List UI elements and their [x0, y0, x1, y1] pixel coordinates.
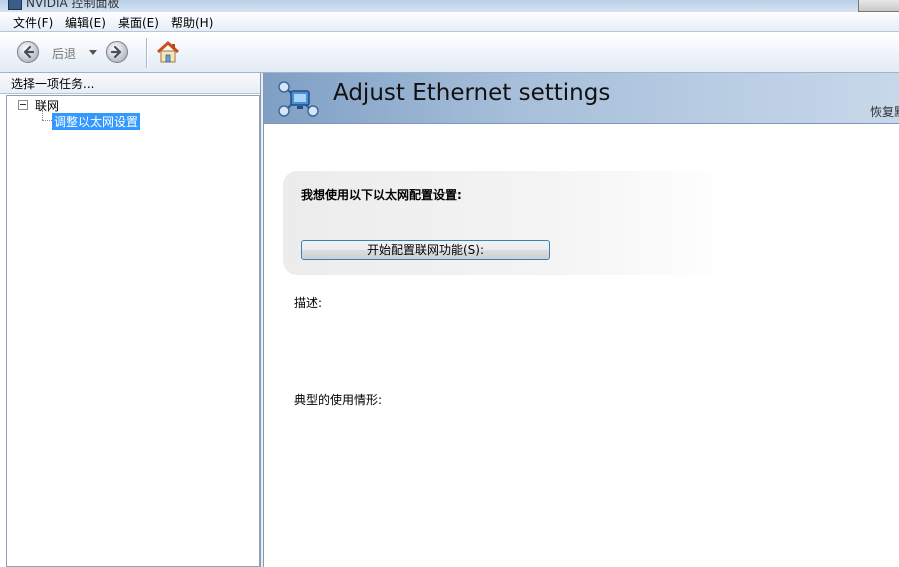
menu-desktop[interactable]: 桌面(E): [117, 14, 160, 31]
config-panel: 我想使用以下以太网配置设置: 开始配置联网功能(S):: [283, 171, 733, 275]
page-banner: Adjust Ethernet settings 恢复默认: [264, 73, 899, 124]
task-pane-header-label: 选择一项任务...: [11, 77, 95, 91]
description-label: 描述:: [294, 296, 323, 310]
start-network-config-button[interactable]: 开始配置联网功能(S):: [301, 240, 550, 260]
toolbar: 后退: [0, 32, 899, 73]
menu-edit[interactable]: 编辑(E): [64, 14, 107, 31]
config-panel-label: 我想使用以下以太网配置设置:: [301, 188, 462, 202]
back-label[interactable]: 后退: [52, 45, 76, 62]
menu-file[interactable]: 文件(F): [12, 14, 54, 31]
title-bar: NVIDIA 控制面板: [0, 0, 899, 12]
tree-connector: [42, 120, 52, 122]
forward-button[interactable]: [106, 41, 128, 63]
tree-collapse-icon[interactable]: [18, 100, 28, 110]
app-icon: [8, 0, 22, 10]
arrow-right-icon: [110, 45, 122, 59]
tree-connector: [42, 110, 44, 120]
page-title: Adjust Ethernet settings: [333, 80, 611, 106]
back-button[interactable]: [17, 41, 39, 63]
network-icon: [278, 81, 319, 117]
content-pane: Adjust Ethernet settings 恢复默认 我想使用以下以太网配…: [263, 73, 899, 567]
home-icon[interactable]: [155, 40, 181, 64]
task-pane: 选择一项任务... 联网 调整以太网设置: [0, 73, 261, 567]
window-title: NVIDIA 控制面板: [26, 0, 120, 10]
task-pane-header: 选择一项任务...: [0, 73, 260, 94]
tree-item-adjust-ethernet[interactable]: 调整以太网设置: [52, 113, 141, 130]
window-control-buttons[interactable]: [858, 0, 899, 12]
menu-bar: 文件(F) 编辑(E) 桌面(E) 帮助(H): [0, 12, 899, 32]
menu-help[interactable]: 帮助(H): [170, 14, 214, 31]
history-dropdown-icon[interactable]: [89, 50, 97, 55]
tree-item-networking[interactable]: 联网: [35, 97, 59, 114]
arrow-left-icon: [23, 45, 35, 59]
toolbar-separator: [146, 38, 147, 68]
typical-usage-label: 典型的使用情形:: [294, 393, 383, 407]
restore-defaults-link[interactable]: 恢复默认: [870, 103, 899, 120]
task-tree[interactable]: 联网 调整以太网设置: [6, 95, 260, 567]
